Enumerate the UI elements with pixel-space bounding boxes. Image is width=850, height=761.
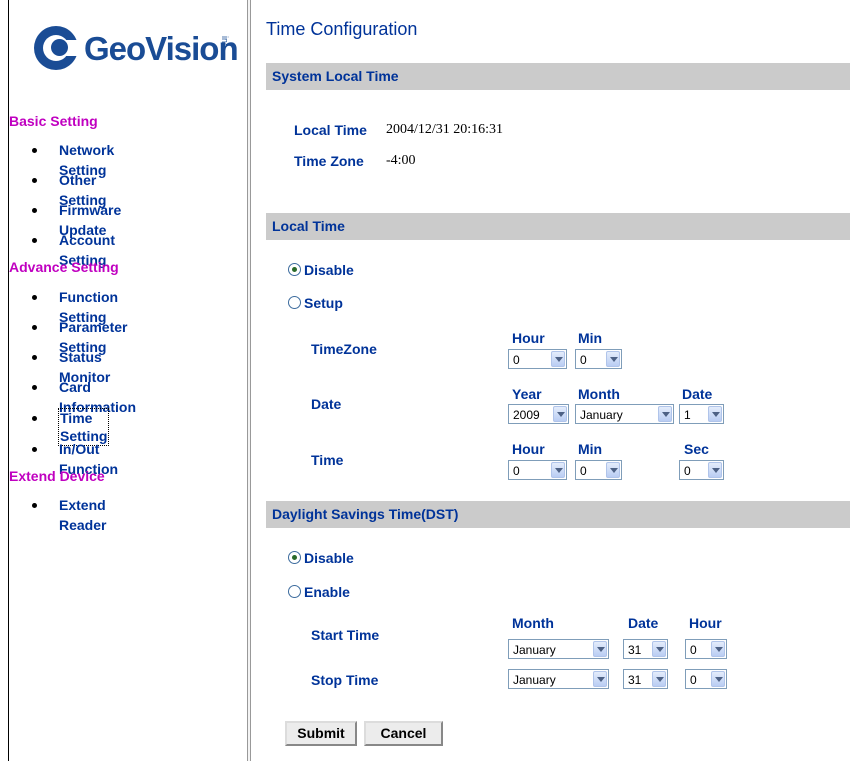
sidebar-section-extend: Extend Device [9,468,105,484]
chevron-down-icon[interactable] [652,671,666,687]
dst-disable-label[interactable]: Disable [304,550,354,566]
logo-c-icon [34,26,80,70]
chevron-down-icon[interactable] [658,406,672,422]
time-zone-label: Time Zone [294,153,364,169]
bullet-icon [32,325,37,330]
chevron-down-icon[interactable] [593,641,607,657]
dst-start-date-select[interactable]: 31 [623,639,668,659]
dst-date-header: Date [628,615,659,631]
date-label: Date [311,396,342,412]
sidebar-section-advance: Advance Setting [9,259,119,275]
date-month-header: Month [578,386,620,402]
dst-enable-radio[interactable] [288,585,301,598]
section-header-dst: Daylight Savings Time(DST) [266,501,850,528]
local-time-label: Local Time [294,122,367,138]
time-min-header: Min [578,441,603,457]
timezone-hour-select[interactable]: 0 [508,349,567,369]
date-month-select[interactable]: January [575,404,674,424]
time-label: Time [311,452,344,468]
dst-start-month-select[interactable]: January [508,639,609,659]
date-date-header: Date [682,386,713,402]
chevron-down-icon[interactable] [606,462,620,478]
dst-disable-radio[interactable] [288,551,301,564]
date-year-header: Year [512,386,542,402]
logo-suffix: inc [220,36,230,48]
bullet-icon [32,148,37,153]
chevron-down-icon[interactable] [708,406,722,422]
timezone-hour-header: Hour [512,330,545,346]
time-zone-value: -4:00 [386,153,416,168]
chevron-down-icon[interactable] [593,671,607,687]
chevron-down-icon[interactable] [711,671,725,687]
bullet-icon [32,416,37,421]
chevron-down-icon[interactable] [551,462,565,478]
local-time-setup-label[interactable]: Setup [304,295,343,311]
bullet-icon [32,447,37,452]
dst-stop-date-select[interactable]: 31 [623,669,668,689]
time-sec-select[interactable]: 0 [679,460,724,480]
dst-enable-label[interactable]: Enable [304,584,350,600]
dst-month-header: Month [512,615,554,631]
section-header-system-local-time: System Local Time [266,63,850,90]
time-sec-header: Sec [684,441,709,457]
chevron-down-icon[interactable] [551,351,565,367]
chevron-down-icon[interactable] [606,351,620,367]
bullet-icon [32,385,37,390]
bullet-icon [32,208,37,213]
local-time-setup-radio[interactable] [288,296,301,309]
time-min-select[interactable]: 0 [575,460,622,480]
local-time-disable-radio[interactable] [288,263,301,276]
dst-stop-label: Stop Time [311,672,379,688]
date-day-select[interactable]: 1 [679,404,724,424]
dst-stop-hour-select[interactable]: 0 [685,669,727,689]
bullet-icon [32,295,37,300]
dst-start-label: Start Time [311,627,380,643]
cancel-button[interactable]: Cancel [364,721,443,746]
frame-divider[interactable] [247,0,251,761]
date-year-select[interactable]: 2009 [508,404,569,424]
bullet-icon [32,503,37,508]
submit-button[interactable]: Submit [285,721,357,746]
dst-hour-header: Hour [689,615,722,631]
timezone-min-select[interactable]: 0 [575,349,622,369]
chevron-down-icon[interactable] [711,641,725,657]
chevron-down-icon[interactable] [652,641,666,657]
section-header-local-time: Local Time [266,213,850,240]
time-hour-header: Hour [512,441,545,457]
dst-stop-month-select[interactable]: January [508,669,609,689]
chevron-down-icon[interactable] [708,462,722,478]
logo-text: GeoVision [84,30,239,67]
page-title: Time Configuration [266,19,418,39]
timezone-label: TimeZone [311,341,377,357]
bullet-icon [32,355,37,360]
sidebar-section-basic: Basic Setting [9,113,98,129]
bullet-icon [32,178,37,183]
timezone-min-header: Min [578,330,603,346]
time-hour-select[interactable]: 0 [508,460,567,480]
dst-start-hour-select[interactable]: 0 [685,639,727,659]
chevron-down-icon[interactable] [553,406,567,422]
bullet-icon [32,238,37,243]
local-time-disable-label[interactable]: Disable [304,262,354,278]
local-time-value: 2004/12/31 20:16:31 [386,122,504,137]
